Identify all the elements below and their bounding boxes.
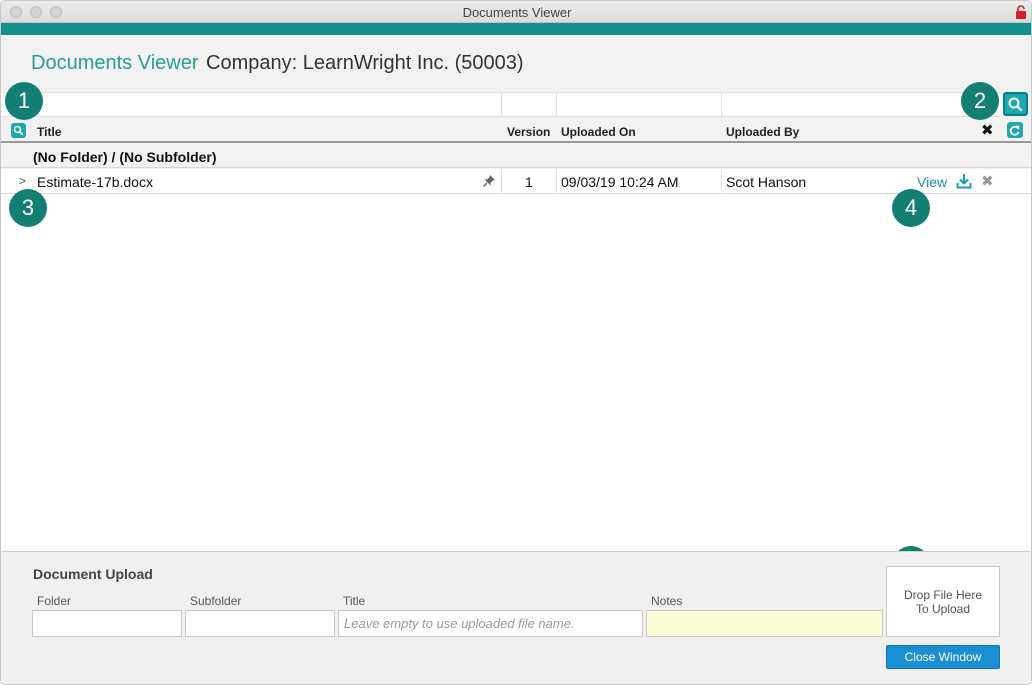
- dropzone-line-1: Drop File Here: [903, 588, 983, 602]
- filter-row: [1, 92, 1001, 117]
- column-uploaded-by[interactable]: Uploaded By: [726, 125, 799, 139]
- document-uploaded-on: 09/03/19 10:24 AM: [561, 174, 679, 190]
- document-title: Estimate-17b.docx: [37, 174, 153, 190]
- upload-section-title: Document Upload: [33, 566, 153, 582]
- column-divider: [556, 169, 557, 194]
- notes-field[interactable]: [646, 610, 883, 637]
- document-version: 1: [525, 174, 533, 190]
- column-uploaded-on[interactable]: Uploaded On: [561, 125, 636, 139]
- uploaded-by-filter-input[interactable]: [722, 93, 1001, 116]
- folder-label: Folder: [37, 594, 72, 608]
- uploaded-on-filter-input[interactable]: [557, 93, 722, 116]
- callout-badge-4: 4: [892, 189, 930, 227]
- title-bar: Documents Viewer: [1, 1, 1031, 23]
- folder-group-label: (No Folder) / (No Subfolder): [33, 149, 217, 165]
- accent-strip: [1, 23, 1031, 35]
- column-header: Title Version Uploaded On Uploaded By ✖: [1, 119, 1031, 143]
- view-link[interactable]: View: [917, 174, 947, 190]
- page-title: Documents Viewer: [31, 52, 199, 74]
- window-title: Documents Viewer: [462, 5, 572, 20]
- title-filter-input[interactable]: [1, 93, 502, 116]
- column-divider: [721, 169, 722, 194]
- folder-field[interactable]: [32, 610, 182, 637]
- table-row[interactable]: > Estimate-17b.docx 1 09/03/19 10:24 AM …: [1, 169, 1031, 194]
- callout-badge-2: 2: [961, 82, 999, 120]
- document-upload-panel: Document Upload Folder Subfolder Title L…: [1, 551, 1031, 684]
- dropzone-line-2: To Upload: [915, 602, 971, 616]
- notes-label: Notes: [651, 594, 683, 608]
- search-icon: [1008, 97, 1023, 112]
- column-divider: [501, 169, 502, 194]
- close-window-button[interactable]: Close Window: [886, 645, 1000, 669]
- company-label: Company: LearnWright Inc. (50003): [206, 52, 524, 74]
- folder-group-row[interactable]: (No Folder) / (No Subfolder): [1, 145, 1031, 168]
- file-drop-zone[interactable]: Drop File Here To Upload: [886, 566, 1000, 637]
- refresh-button[interactable]: [1007, 122, 1023, 138]
- download-icon[interactable]: [956, 173, 972, 189]
- document-uploaded-by: Scot Hanson: [726, 174, 807, 190]
- subfolder-field[interactable]: [185, 610, 335, 637]
- callout-badge-3: 3: [9, 189, 47, 227]
- search-button[interactable]: [1003, 92, 1028, 116]
- lock-icon[interactable]: [1015, 5, 1027, 19]
- version-filter-input[interactable]: [502, 93, 557, 116]
- row-expander[interactable]: >: [19, 174, 26, 188]
- search-icon: [13, 125, 24, 136]
- column-version[interactable]: Version: [507, 125, 550, 139]
- refresh-icon: [1009, 125, 1020, 136]
- title-field-placeholder: Leave empty to use uploaded file name.: [344, 616, 575, 631]
- clear-filter-icon[interactable]: ✖: [981, 123, 994, 138]
- toggle-filter-button[interactable]: [11, 123, 26, 138]
- subfolder-label: Subfolder: [190, 594, 242, 608]
- delete-icon[interactable]: ✖: [981, 172, 994, 190]
- pin-icon[interactable]: [482, 174, 496, 188]
- callout-badge-1: 1: [5, 82, 43, 120]
- title-label: Title: [343, 594, 366, 608]
- document-list-empty-area: [1, 194, 1031, 551]
- title-field[interactable]: Leave empty to use uploaded file name.: [338, 610, 643, 637]
- documents-viewer-window: Documents Viewer Documents Viewer Compan…: [0, 0, 1032, 685]
- column-title[interactable]: Title: [37, 125, 61, 139]
